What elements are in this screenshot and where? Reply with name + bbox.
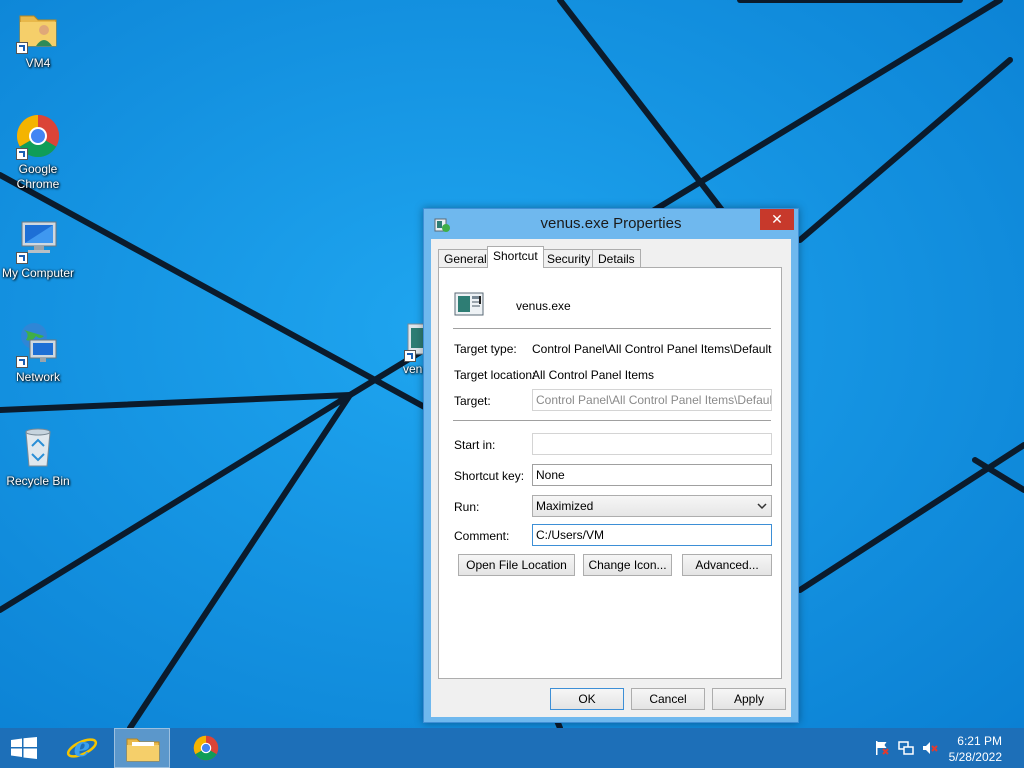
separator: [453, 328, 771, 329]
file-name: venus.exe: [516, 299, 571, 313]
taskbar-google-chrome[interactable]: [178, 728, 234, 768]
chrome-icon: [193, 735, 219, 761]
svg-text:e: e: [74, 733, 91, 763]
shortcut-key-field[interactable]: None: [532, 464, 772, 486]
user-folder-icon: [14, 6, 62, 54]
dialog-title: venus.exe Properties: [540, 215, 682, 232]
dialog-client-area: General Shortcut Security Details venus.…: [431, 239, 791, 717]
desktop-icon-vm4[interactable]: VM4: [0, 6, 78, 71]
start-button[interactable]: [0, 728, 48, 768]
target-label: Target:: [454, 394, 491, 408]
open-file-location-button[interactable]: Open File Location: [458, 554, 575, 576]
target-field[interactable]: Control Panel\All Control Panel Items\De…: [532, 389, 772, 411]
comment-label: Comment:: [454, 529, 510, 543]
system-clock[interactable]: 6:21 PM 5/28/2022: [949, 733, 1002, 765]
comment-field[interactable]: C:/Users/VM: [532, 524, 772, 546]
taskbar-internet-explorer[interactable]: e: [54, 728, 110, 768]
internet-explorer-icon: e: [66, 733, 98, 763]
change-icon-button[interactable]: Change Icon...: [583, 554, 672, 576]
target-location-label: Target location:: [454, 368, 536, 382]
shortcut-key-label: Shortcut key:: [454, 469, 525, 483]
separator: [453, 420, 771, 421]
target-type-value: Control Panel\All Control Panel Items\De…: [532, 342, 772, 356]
cancel-button[interactable]: Cancel: [631, 688, 705, 710]
chrome-icon: [14, 112, 62, 160]
computer-icon: [14, 216, 62, 264]
taskbar-file-explorer[interactable]: [114, 728, 170, 768]
shortcut-tab-panel: venus.exe Target type: Control Panel\All…: [438, 267, 782, 679]
taskbar: e 6:21 PM 5/28/2022: [0, 728, 1024, 768]
tab-shortcut[interactable]: Shortcut: [487, 246, 544, 268]
desktop-icon-my-computer[interactable]: My Computer: [0, 216, 78, 281]
recycle-bin-icon: [14, 424, 62, 472]
network-status-icon[interactable]: [898, 740, 914, 756]
run-label: Run:: [454, 500, 480, 514]
clock-time: 6:21 PM: [957, 734, 1002, 748]
desktop-icon-label: Recycle Bin: [6, 474, 70, 488]
desktop-icon-label: My Computer: [1, 266, 75, 280]
apply-button[interactable]: Apply: [712, 688, 786, 710]
close-button[interactable]: ✕: [760, 209, 794, 230]
action-center-flag-icon[interactable]: [874, 740, 890, 756]
application-icon: [454, 292, 484, 316]
target-type-label: Target type:: [454, 342, 517, 356]
tab-security[interactable]: Security: [541, 249, 597, 268]
volume-muted-icon[interactable]: [922, 740, 938, 756]
desktop-icon-recycle-bin[interactable]: Recycle Bin: [0, 424, 78, 489]
desktop-icon-label: VM4: [25, 56, 51, 70]
desktop-icon-label: Network: [15, 370, 60, 384]
tab-general[interactable]: General: [438, 249, 493, 268]
chevron-down-icon: [757, 503, 767, 510]
tab-details[interactable]: Details: [592, 249, 641, 268]
clock-date: 5/28/2022: [948, 750, 1002, 764]
start-in-field[interactable]: [532, 433, 772, 455]
advanced-button[interactable]: Advanced...: [682, 554, 772, 576]
dialog-titlebar[interactable]: venus.exe Properties ✕: [424, 209, 798, 239]
target-location-value: All Control Panel Items: [532, 368, 655, 382]
windows-logo-icon: [11, 737, 37, 759]
run-select-value: Maximized: [536, 499, 594, 513]
desktop-icon-google-chrome[interactable]: Google Chrome: [0, 112, 78, 192]
start-in-label: Start in:: [454, 438, 496, 452]
desktop-icon-label: Google Chrome: [16, 162, 60, 191]
run-select[interactable]: Maximized: [532, 495, 772, 517]
properties-dialog[interactable]: venus.exe Properties ✕ General Shortcut …: [423, 208, 799, 723]
desktop-icon-network[interactable]: Network: [0, 320, 78, 385]
network-icon: [14, 320, 62, 368]
ok-button[interactable]: OK: [550, 688, 624, 710]
folder-icon: [126, 738, 160, 762]
